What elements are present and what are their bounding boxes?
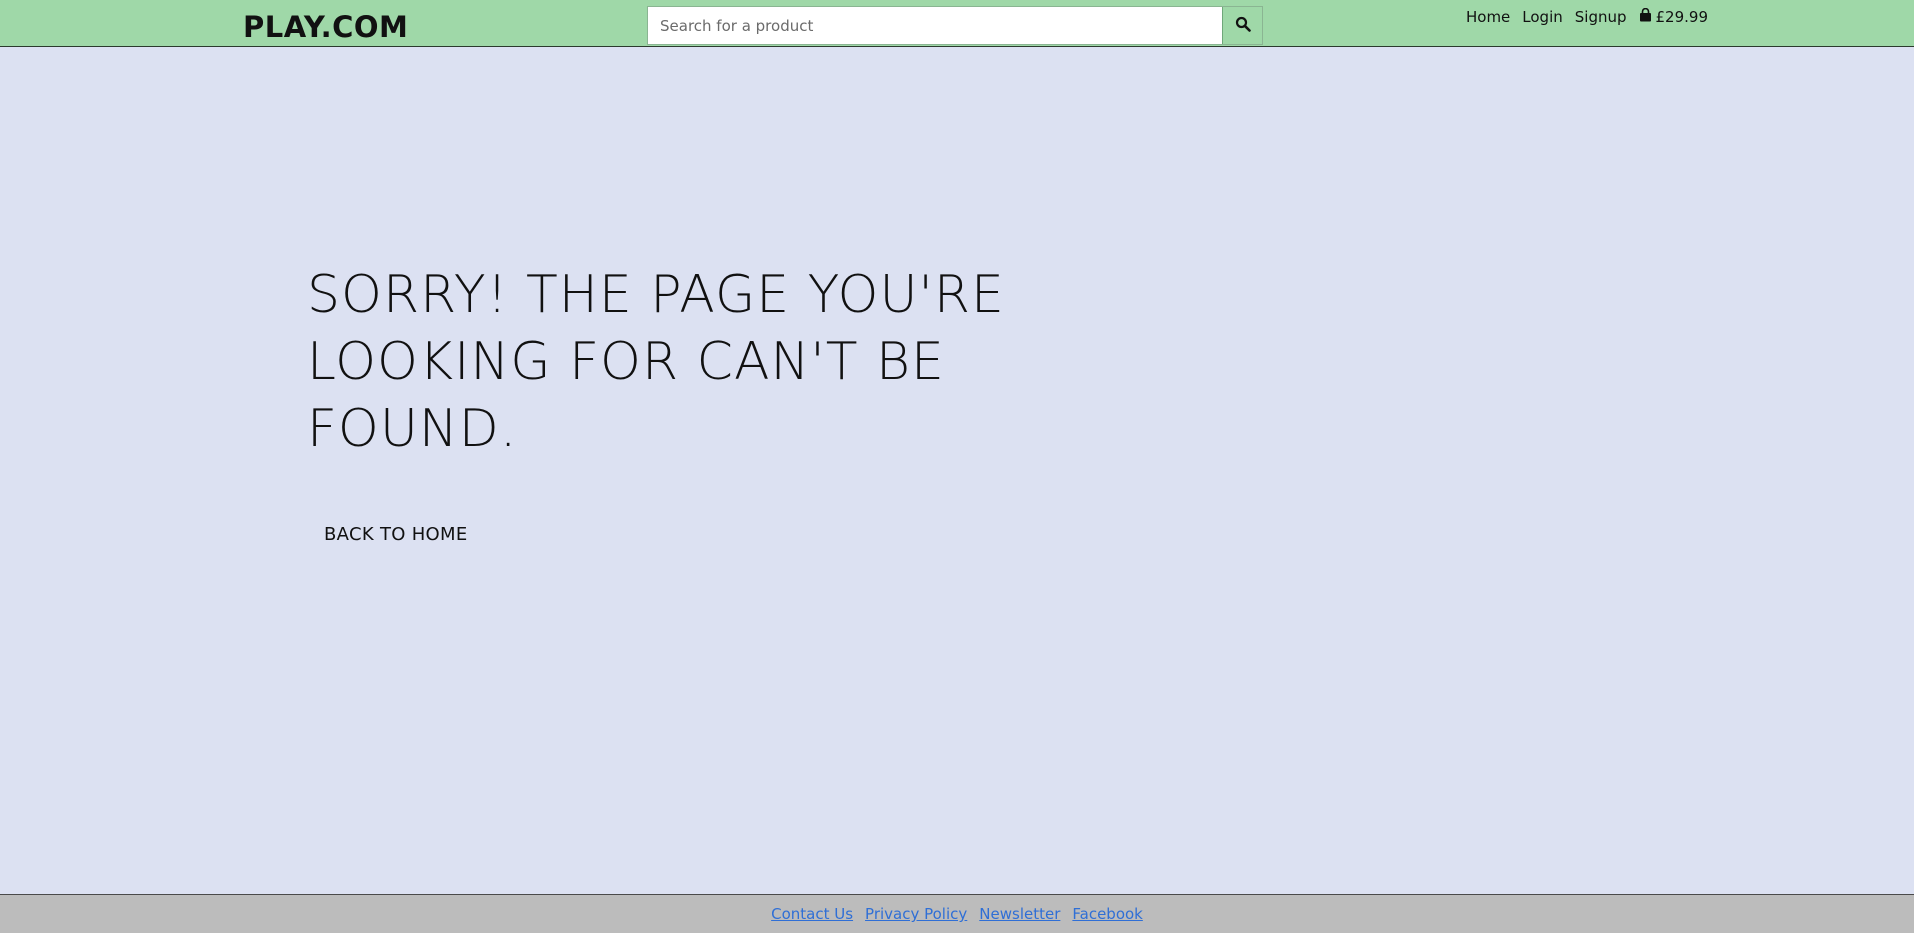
search-icon: [1235, 16, 1251, 35]
footer-link-newsletter[interactable]: Newsletter: [979, 905, 1060, 923]
nav-signup-link[interactable]: Signup: [1575, 8, 1627, 26]
not-found-section: SORRY! THE PAGE YOU'RE LOOKING FOR CAN'T…: [307, 262, 1007, 545]
footer-link-facebook[interactable]: Facebook: [1072, 905, 1142, 923]
search-bar: [647, 6, 1263, 45]
nav-home-link[interactable]: Home: [1466, 8, 1510, 26]
header-nav: Home Login Signup £29.99: [1466, 7, 1709, 26]
footer-link-contact-us[interactable]: Contact Us: [771, 905, 853, 923]
site-footer: Contact Us Privacy Policy Newsletter Fac…: [0, 894, 1914, 933]
cart-link[interactable]: £29.99: [1639, 7, 1709, 26]
brand-logo[interactable]: PLAY.COM: [243, 9, 408, 45]
search-button[interactable]: [1222, 7, 1262, 44]
site-header: PLAY.COM Home Login Signup £29.99: [0, 0, 1914, 47]
nav-login-link[interactable]: Login: [1522, 8, 1562, 26]
page-title: SORRY! THE PAGE YOU'RE LOOKING FOR CAN'T…: [307, 265, 1005, 459]
shopping-bag-icon: [1639, 7, 1652, 26]
footer-link-privacy-policy[interactable]: Privacy Policy: [865, 905, 967, 923]
search-input[interactable]: [648, 7, 1222, 44]
back-to-home-link[interactable]: BACK TO HOME: [324, 524, 468, 545]
cart-total: £29.99: [1655, 8, 1709, 26]
